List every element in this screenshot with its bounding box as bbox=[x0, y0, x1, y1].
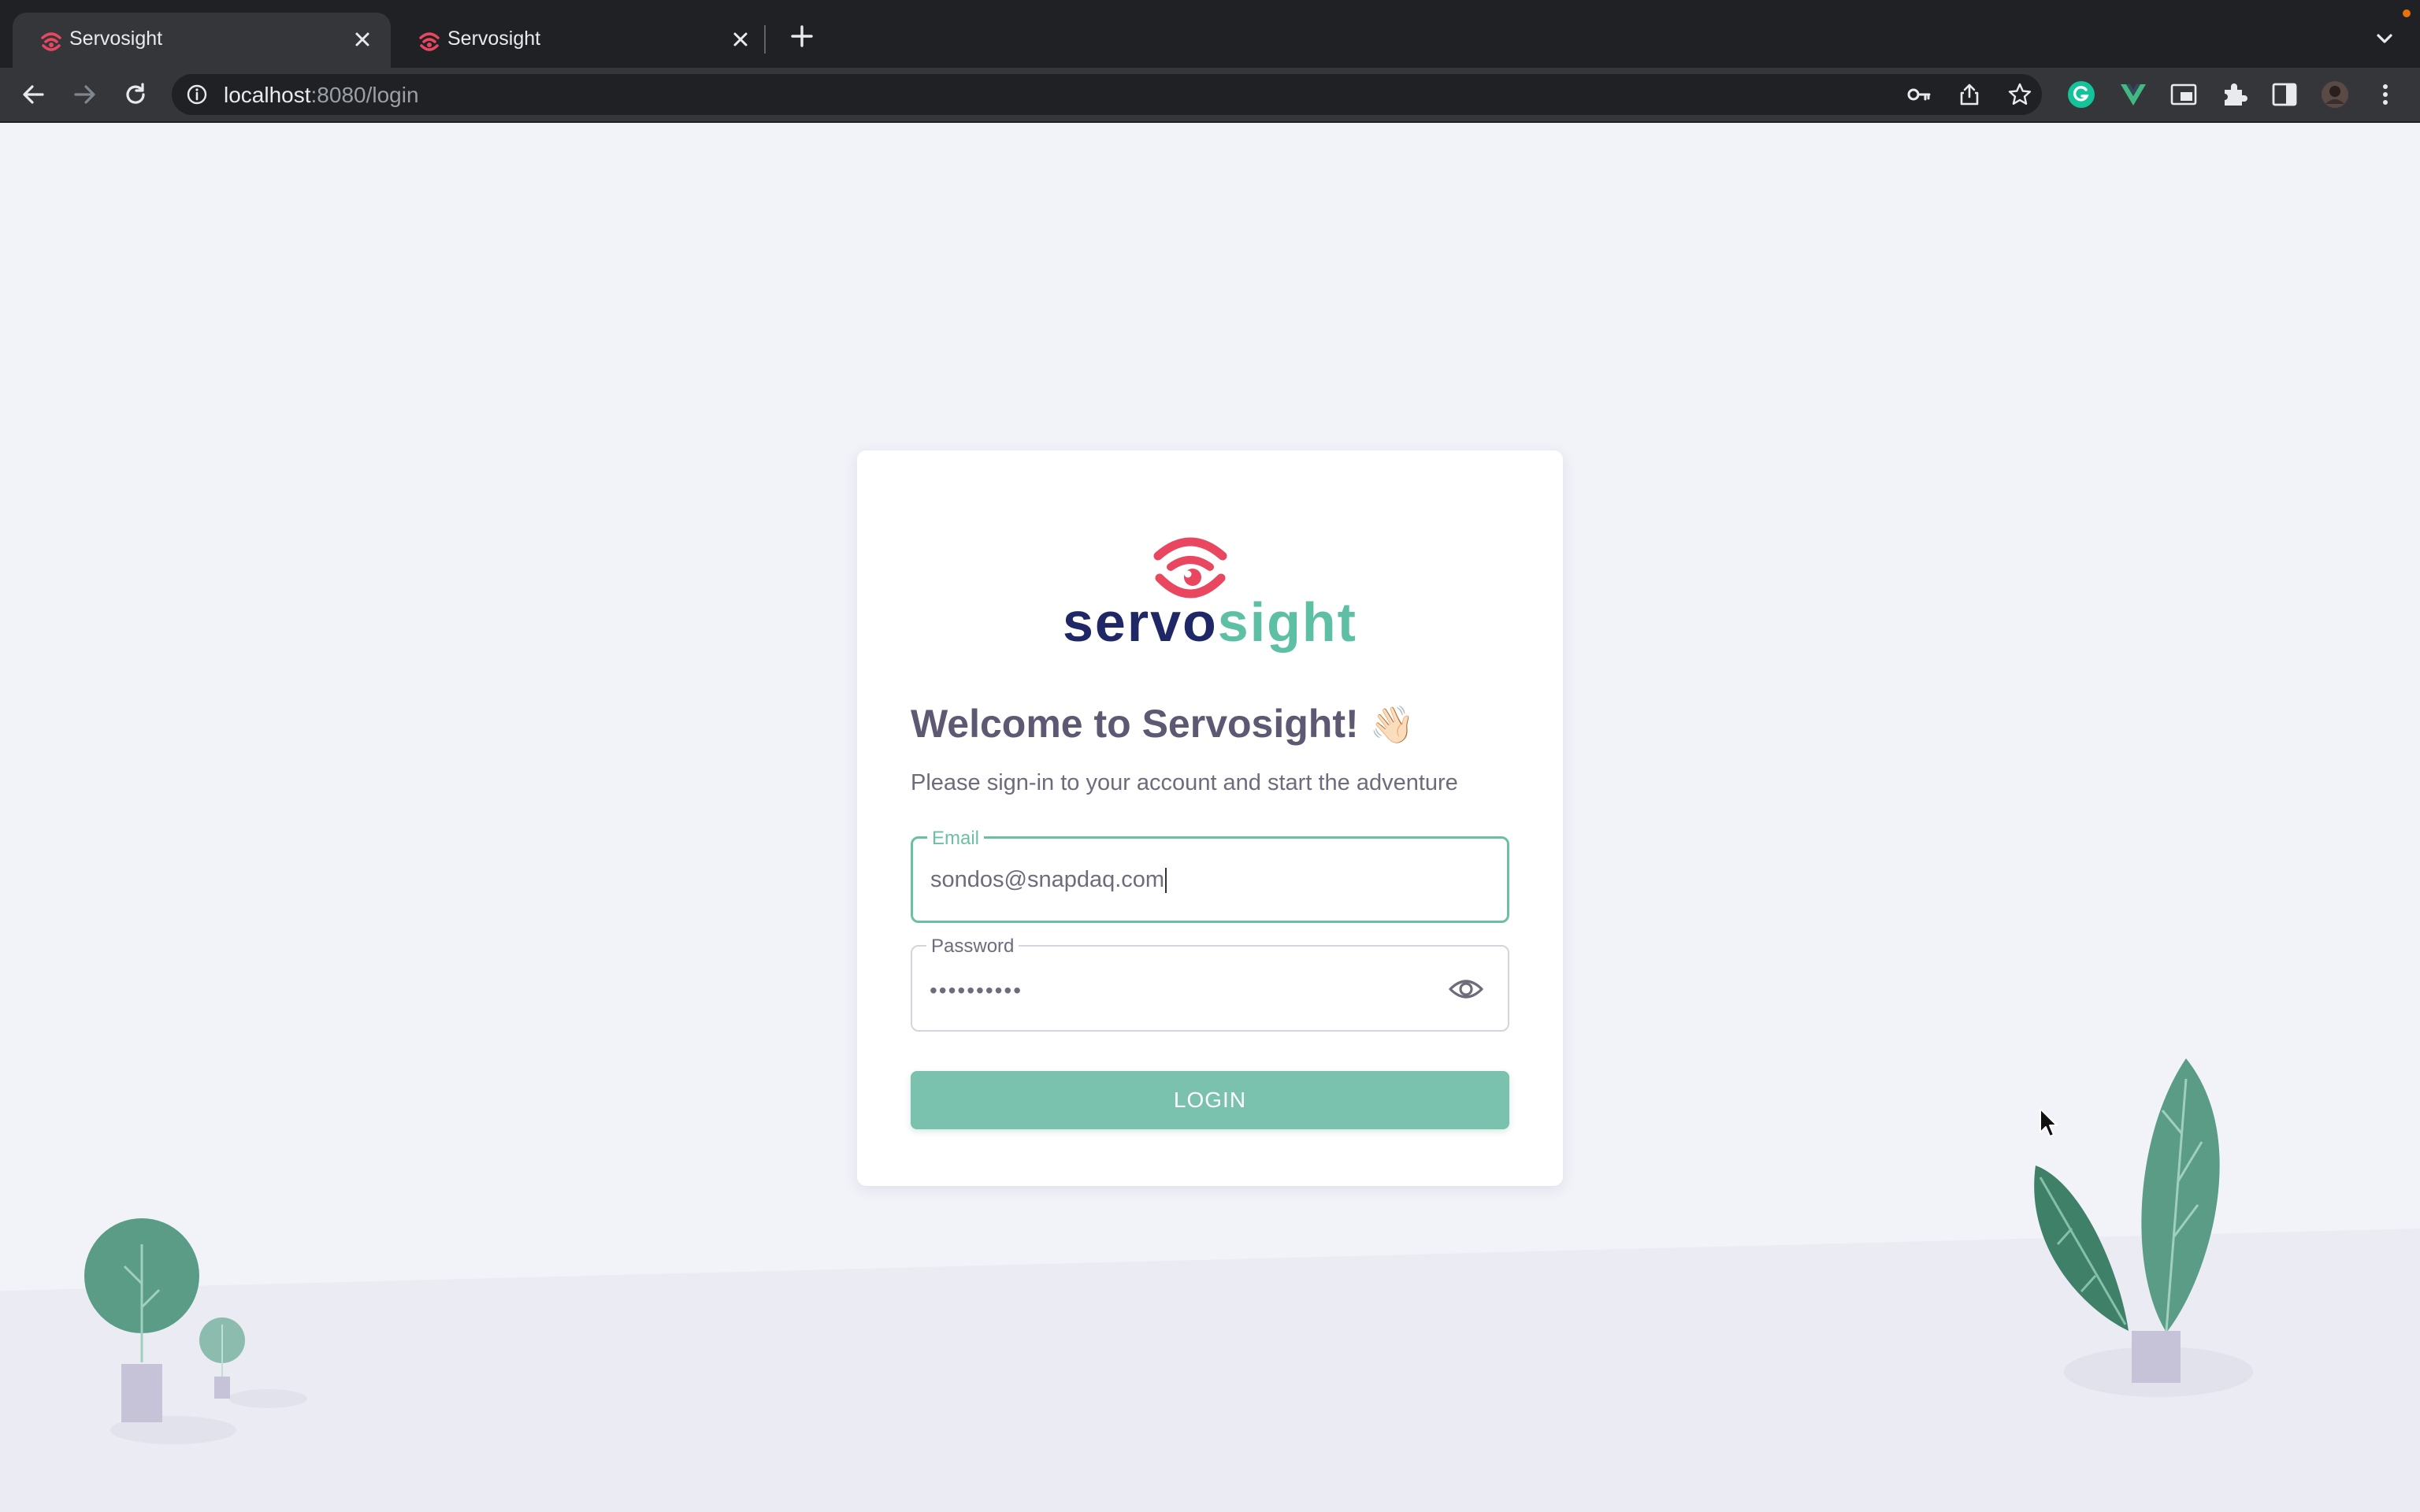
tab-title: Servosight bbox=[447, 28, 541, 50]
plant-left-illustration bbox=[84, 1218, 307, 1444]
picture-in-picture-icon[interactable] bbox=[2168, 79, 2199, 110]
tab-strip: Servosight Servosight bbox=[0, 0, 2420, 68]
servosight-wordmark: servosight bbox=[857, 591, 1563, 654]
servosight-favicon bbox=[419, 32, 440, 51]
email-label: Email bbox=[927, 828, 985, 850]
vue-devtools-icon[interactable] bbox=[2118, 79, 2149, 110]
url-path: :8080/login bbox=[310, 83, 419, 107]
eye-icon[interactable] bbox=[1448, 975, 1484, 1003]
wordmark-servo: servo bbox=[1062, 591, 1218, 653]
close-icon[interactable] bbox=[348, 25, 377, 54]
menu-icon[interactable] bbox=[2370, 79, 2401, 110]
email-input[interactable]: sondos@snapdaq.com bbox=[930, 867, 1403, 894]
email-value: sondos@snapdaq.com bbox=[930, 867, 1165, 892]
servosight-favicon bbox=[41, 32, 61, 51]
tab-servosight-1[interactable]: Servosight bbox=[13, 13, 391, 68]
welcome-text: Welcome to Servosight! bbox=[911, 702, 1359, 746]
signin-subtitle: Please sign-in to your account and start… bbox=[911, 770, 1458, 795]
browser-toolbar: localhost:8080/login bbox=[0, 68, 2420, 123]
url-text: localhost:8080/login bbox=[224, 83, 419, 108]
reload-icon[interactable] bbox=[121, 80, 150, 109]
waving-hand-icon: 👋🏻 bbox=[1369, 704, 1415, 745]
notification-dot bbox=[2403, 9, 2411, 17]
extensions-icon[interactable] bbox=[2218, 79, 2250, 110]
info-icon[interactable] bbox=[186, 83, 208, 106]
login-card: servosight Welcome to Servosight! 👋🏻 Ple… bbox=[857, 450, 1563, 1186]
text-caret bbox=[1165, 868, 1167, 894]
welcome-heading: Welcome to Servosight! 👋🏻 bbox=[911, 701, 1415, 747]
new-tab-icon[interactable] bbox=[788, 22, 816, 50]
tab-title: Servosight bbox=[69, 28, 163, 50]
close-icon[interactable] bbox=[726, 25, 755, 54]
address-bar[interactable]: localhost:8080/login bbox=[172, 74, 2042, 115]
side-panel-icon[interactable] bbox=[2269, 79, 2300, 110]
share-icon[interactable] bbox=[1957, 82, 1982, 107]
forward-icon[interactable] bbox=[71, 80, 99, 109]
tab-separator bbox=[764, 25, 766, 54]
star-icon[interactable] bbox=[2007, 82, 2032, 107]
password-input[interactable]: •••••••••• bbox=[930, 978, 1023, 1003]
grammarly-icon[interactable] bbox=[2066, 79, 2097, 110]
profile-avatar[interactable] bbox=[2319, 79, 2351, 110]
chevron-down-icon[interactable] bbox=[2371, 25, 2398, 52]
login-button[interactable]: LOGIN bbox=[911, 1071, 1509, 1129]
wordmark-sight: sight bbox=[1217, 591, 1357, 653]
password-field[interactable]: Password •••••••••• bbox=[911, 936, 1509, 1032]
tab-servosight-2[interactable]: Servosight bbox=[391, 13, 769, 68]
key-icon[interactable] bbox=[1906, 82, 1932, 107]
url-host: localhost bbox=[224, 83, 311, 107]
password-label: Password bbox=[926, 936, 1019, 958]
back-icon[interactable] bbox=[19, 80, 47, 109]
mouse-cursor-icon bbox=[2040, 1108, 2058, 1137]
plant-right-illustration bbox=[2034, 1058, 2253, 1397]
email-field[interactable]: Email sondos@snapdaq.com bbox=[911, 828, 1509, 923]
